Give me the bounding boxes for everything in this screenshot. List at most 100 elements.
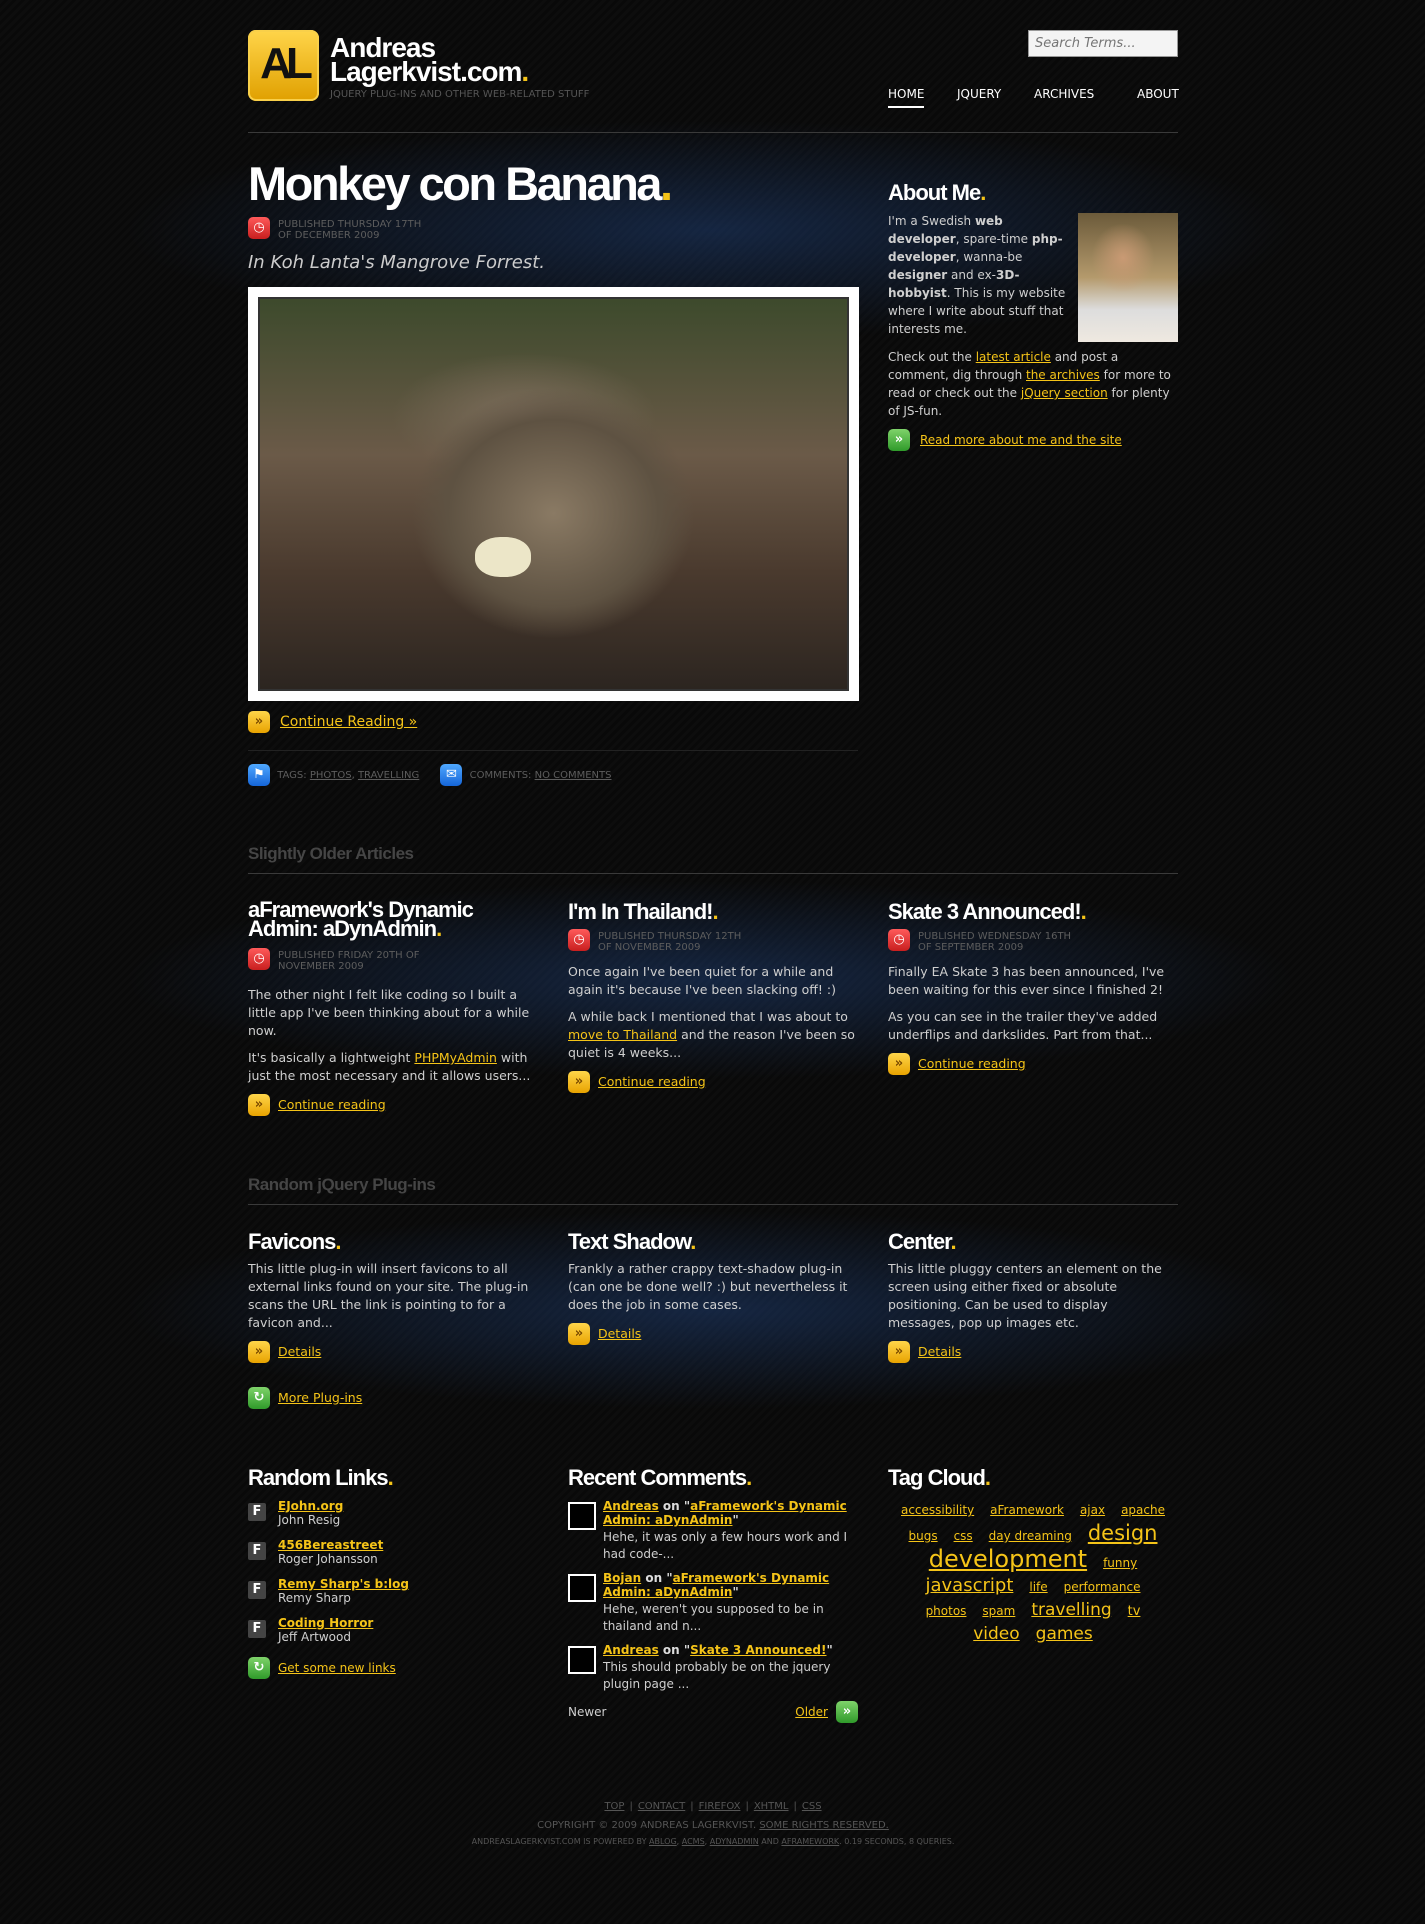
continue-reading-link[interactable]: Continue Reading »	[280, 714, 417, 730]
ablog-link[interactable]: aBlog	[649, 1837, 677, 1846]
tag-link[interactable]: apache	[1121, 1500, 1165, 1520]
aframework-link[interactable]: aFramework	[781, 1837, 839, 1846]
adynadmin-link[interactable]: aDynAdmin	[710, 1837, 759, 1846]
article-title[interactable]: I'm In Thailand!.	[568, 900, 858, 924]
tag-link[interactable]: games	[1036, 1622, 1093, 1646]
random-links-title: Random Links.	[248, 1465, 394, 1490]
post-photo[interactable]	[248, 287, 859, 701]
tag-link[interactable]: funny	[1103, 1553, 1137, 1573]
plugin-details-link[interactable]: Details	[918, 1344, 961, 1359]
link-name[interactable]: Remy Sharp's b:log	[278, 1577, 409, 1591]
plugin-title[interactable]: Center.	[888, 1230, 1178, 1254]
link-name[interactable]: EJohn.org	[278, 1499, 343, 1513]
link-item: F 456Bereastreet Roger Johansson	[248, 1538, 538, 1577]
continue-reading-link[interactable]: Continue reading	[918, 1056, 1026, 1071]
tag-link[interactable]: bugs	[909, 1526, 938, 1546]
search-input[interactable]	[1028, 30, 1178, 57]
older-link[interactable]: Older	[795, 1703, 828, 1721]
tag-photos[interactable]: Photos	[310, 770, 352, 781]
nav-jquery[interactable]: jQuery	[957, 85, 1001, 103]
tag-link[interactable]: life	[1029, 1577, 1047, 1597]
monkey-photo	[258, 297, 849, 691]
post-subtitle: In Koh Lanta's Mangrove Forrest.	[248, 252, 545, 273]
favicon-icon: F	[248, 1620, 266, 1638]
plugins-divider	[248, 1204, 1178, 1205]
plugin-details-link[interactable]: Details	[278, 1344, 321, 1359]
article-card: Skate 3 Announced!. ◷ Published Wednesday…	[888, 900, 1178, 1075]
move-to-thailand-link[interactable]: move to Thailand	[568, 1027, 677, 1042]
tag-travelling[interactable]: Travelling	[358, 770, 419, 781]
comment-author[interactable]: Andreas	[603, 1499, 659, 1513]
header-divider	[248, 132, 1178, 133]
link-item: F Coding Horror Jeff Artwood	[248, 1616, 538, 1655]
plugin-title[interactable]: Text Shadow.	[568, 1230, 858, 1254]
article-title[interactable]: Skate 3 Announced!.	[888, 900, 1178, 924]
tag-link[interactable]: aFramework	[990, 1500, 1064, 1520]
about-links-text: Check out the latest article and post a …	[888, 350, 1171, 418]
nav-about[interactable]: About	[1137, 85, 1179, 103]
arrow-icon: »	[568, 1071, 590, 1093]
link-item: F Remy Sharp's b:log Remy Sharp	[248, 1577, 538, 1616]
tag-cloud: Tag Cloud. accessibility aFramework ajax…	[888, 1465, 1178, 1646]
comment-avatar	[568, 1502, 596, 1530]
about-me: About Me. I'm a Swedish web developer, s…	[888, 180, 1178, 451]
footer-link-css[interactable]: CSS	[802, 1801, 822, 1812]
new-links-link[interactable]: Get some new links	[278, 1661, 396, 1675]
tag-link[interactable]: css	[954, 1526, 973, 1546]
tag-link[interactable]: javascript	[926, 1574, 1014, 1598]
read-more-about-link[interactable]: Read more about me and the site	[920, 433, 1122, 447]
plugin-title[interactable]: Favicons.	[248, 1230, 538, 1254]
link-author: Jeff Artwood	[278, 1630, 351, 1644]
comment-avatar	[568, 1574, 596, 1602]
tag-link[interactable]: travelling	[1031, 1598, 1111, 1622]
comment-author[interactable]: Andreas	[603, 1643, 659, 1657]
footer-link-firefox[interactable]: Firefox	[699, 1801, 741, 1812]
footer-link-xhtml[interactable]: XHTML	[754, 1801, 789, 1812]
older-articles-heading: Slightly Older Articles	[248, 844, 414, 863]
comment-author[interactable]: Bojan	[603, 1571, 641, 1585]
comment-item: Andreas on "Skate 3 Announced!" This shou…	[568, 1643, 858, 1693]
link-name[interactable]: 456Bereastreet	[278, 1538, 383, 1552]
comment-post-link[interactable]: Skate 3 Announced!	[690, 1643, 826, 1657]
continue-reading-link[interactable]: Continue reading	[278, 1097, 386, 1112]
tag-link[interactable]: tv	[1128, 1602, 1141, 1622]
acms-link[interactable]: aCMS	[682, 1837, 705, 1846]
latest-article-link[interactable]: latest article	[976, 350, 1051, 364]
nav-archives[interactable]: Archives	[1034, 85, 1094, 103]
recent-comments-title: Recent Comments.	[568, 1465, 752, 1490]
site-name[interactable]: Andreas Lagerkvist.com.	[330, 34, 529, 86]
arrow-icon: »	[248, 1094, 270, 1116]
tag-link[interactable]: video	[973, 1622, 1019, 1646]
arrow-icon: »	[888, 1053, 910, 1075]
more-plugins-link[interactable]: More Plug-ins	[278, 1390, 362, 1405]
post-title[interactable]: Monkey con Banana.	[248, 155, 858, 213]
archives-link[interactable]: the archives	[1026, 368, 1100, 382]
plugin-details-link[interactable]: Details	[598, 1326, 641, 1341]
footer-link-contact[interactable]: Contact	[638, 1801, 685, 1812]
comment-text: This should probably be on the jquery pl…	[603, 1660, 831, 1691]
tag-cloud-title: Tag Cloud.	[888, 1465, 991, 1490]
link-author: John Resig	[278, 1513, 341, 1527]
jquery-section-link[interactable]: jQuery section	[1021, 386, 1108, 400]
some-rights-link[interactable]: Some rights reserved.	[759, 1820, 889, 1831]
site-logo[interactable]: AL	[248, 30, 319, 101]
tag-link[interactable]: development	[929, 1547, 1087, 1571]
avatar	[1078, 213, 1178, 342]
tag-link[interactable]: ajax	[1080, 1500, 1105, 1520]
arrow-icon[interactable]: »	[836, 1701, 858, 1723]
link-author: Remy Sharp	[278, 1591, 351, 1605]
continue-reading-link[interactable]: Continue reading	[598, 1074, 706, 1089]
footer-link-top[interactable]: Top	[604, 1801, 624, 1812]
tag-link[interactable]: day dreaming	[989, 1526, 1072, 1546]
link-name[interactable]: Coding Horror	[278, 1616, 373, 1630]
tag-link[interactable]: performance	[1064, 1577, 1141, 1597]
tag-link[interactable]: accessibility	[901, 1500, 974, 1520]
tag-link[interactable]: design	[1088, 1521, 1158, 1545]
refresh-icon: ↻	[248, 1657, 270, 1679]
tag-link[interactable]: spam	[982, 1601, 1015, 1621]
tag-link[interactable]: photos	[926, 1601, 967, 1621]
nav-home[interactable]: Home	[888, 85, 925, 108]
article-title[interactable]: aFramework's Dynamic Admin: aDynAdmin.	[248, 899, 538, 940]
phpmyadmin-link[interactable]: PHPMyAdmin	[414, 1050, 497, 1065]
comments-link[interactable]: No comments	[535, 770, 612, 781]
